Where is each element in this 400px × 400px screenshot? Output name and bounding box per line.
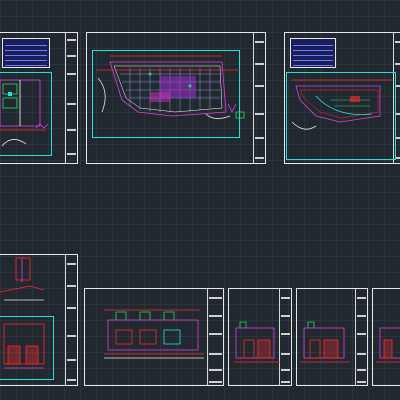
plan-3-linework	[291, 79, 392, 130]
elevation-7-linework	[300, 321, 350, 363]
elevation-8-linework	[376, 327, 400, 363]
plan-1-linework	[0, 79, 49, 147]
drawing-linework	[0, 55, 400, 369]
elevation-5-linework	[104, 309, 204, 359]
detail-linework	[0, 257, 45, 369]
floor-plan-linework	[96, 55, 245, 119]
elevation-6-linework	[234, 321, 280, 363]
cad-model-space[interactable]	[0, 0, 400, 400]
